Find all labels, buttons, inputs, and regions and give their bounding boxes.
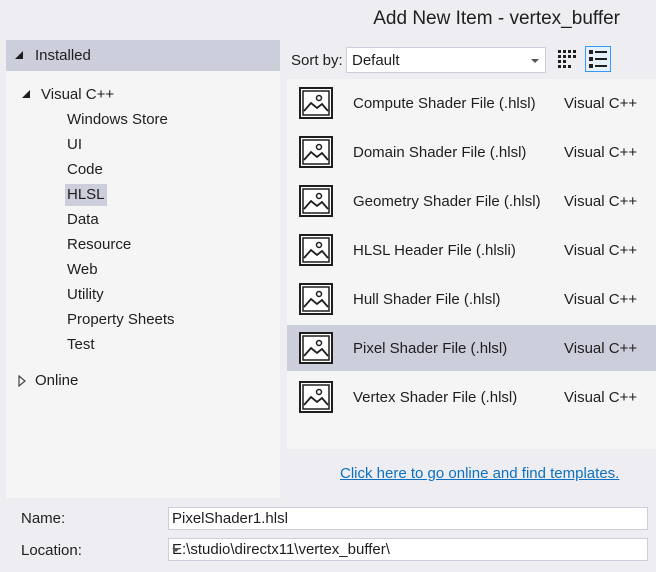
medium-icons-view-button[interactable] (554, 46, 580, 72)
name-field[interactable]: PixelShader1.hlsl (168, 507, 648, 530)
template-language: Visual C++ (564, 242, 638, 259)
tree-item-web[interactable]: Web (65, 259, 100, 281)
tree-item-test[interactable]: Test (65, 334, 97, 356)
template-item-pixel-shader-file-hlsl[interactable]: Pixel Shader File (.hlsl) Visual C++ (287, 325, 656, 371)
template-item-vertex-shader-file-hlsl[interactable]: Vertex Shader File (.hlsl) Visual C++ (287, 374, 656, 420)
tree-item-windows-store[interactable]: Windows Store (65, 109, 170, 131)
location-dropdown[interactable]: E:\studio\directx11\vertex_buffer\ (168, 538, 648, 561)
tree-item-hlsl[interactable]: HLSL (65, 184, 107, 206)
name-field-value: PixelShader1.hlsl (172, 510, 288, 527)
location-field-value: E:\studio\directx11\vertex_buffer\ (172, 541, 390, 558)
chevron-down-icon (531, 59, 539, 63)
collapsed-triangle-icon (18, 375, 26, 387)
template-name: Pixel Shader File (.hlsl) (353, 340, 508, 357)
sort-by-value: Default (352, 52, 400, 69)
template-language: Visual C++ (564, 340, 638, 357)
sort-by-dropdown[interactable]: Default (346, 47, 546, 73)
list-view-icon (589, 50, 607, 68)
name-label: Name: (21, 510, 66, 527)
expanded-triangle-icon (22, 90, 30, 98)
tree-node-visual-cpp[interactable]: Visual C++ (6, 84, 280, 106)
installed-label: Installed (35, 47, 91, 64)
tree-item-data[interactable]: Data (65, 209, 101, 231)
template-name: Geometry Shader File (.hlsl) (353, 193, 541, 210)
visual-cpp-label: Visual C++ (41, 86, 115, 103)
location-label: Location: (21, 542, 82, 559)
find-templates-online-link[interactable]: Click here to go online and find templat… (340, 465, 619, 482)
chevron-down-icon (172, 548, 180, 552)
template-language: Visual C++ (564, 291, 638, 308)
template-language: Visual C++ (564, 144, 638, 161)
tree-item-resource[interactable]: Resource (65, 234, 133, 256)
tree-item-code[interactable]: Code (65, 159, 105, 181)
tree-node-installed[interactable]: Installed (6, 40, 280, 71)
template-language: Visual C++ (564, 389, 638, 406)
image-file-icon (299, 381, 333, 413)
template-name: Domain Shader File (.hlsl) (353, 144, 527, 161)
image-file-icon (299, 234, 333, 266)
tree-node-online[interactable]: Online (6, 370, 280, 392)
template-list: Compute Shader File (.hlsl) Visual C++ Dom… (287, 79, 656, 449)
template-language: Visual C++ (564, 193, 638, 210)
template-item-hlsl-header-file-hlsli[interactable]: HLSL Header File (.hlsli) Visual C++ (287, 227, 656, 273)
expanded-triangle-icon (15, 51, 23, 59)
image-file-icon (299, 87, 333, 119)
template-item-hull-shader-file-hlsl[interactable]: Hull Shader File (.hlsl) Visual C++ (287, 276, 656, 322)
image-file-icon (299, 185, 333, 217)
bottom-fields: Name: PixelShader1.hlsl Location: E:\stu… (0, 498, 656, 572)
sort-by-label: Sort by: (291, 52, 343, 69)
category-tree-panel: Installed Visual C++ Windows Store UI Code… (6, 40, 280, 498)
template-item-compute-shader-file-hlsl[interactable]: Compute Shader File (.hlsl) Visual C++ (287, 80, 656, 126)
template-name: Vertex Shader File (.hlsl) (353, 389, 518, 406)
image-file-icon (299, 283, 333, 315)
image-file-icon (299, 136, 333, 168)
online-label: Online (35, 372, 79, 389)
template-item-domain-shader-file-hlsl[interactable]: Domain Shader File (.hlsl) Visual C++ (287, 129, 656, 175)
tree-item-ui[interactable]: UI (65, 134, 84, 156)
tree-item-utility[interactable]: Utility (65, 284, 106, 306)
title-bar: Add New Item - vertex_buffer (0, 0, 656, 40)
template-name: Compute Shader File (.hlsl) (353, 95, 536, 112)
template-item-geometry-shader-file-hlsl[interactable]: Geometry Shader File (.hlsl) Visual C++ (287, 178, 656, 224)
template-name: HLSL Header File (.hlsli) (353, 242, 516, 259)
grid-view-icon (558, 50, 576, 68)
small-icons-view-button[interactable] (585, 46, 611, 72)
dialog-title: Add New Item - vertex_buffer (373, 8, 620, 29)
template-name: Hull Shader File (.hlsl) (353, 291, 501, 308)
tree-item-property-sheets[interactable]: Property Sheets (65, 309, 177, 331)
image-file-icon (299, 332, 333, 364)
template-language: Visual C++ (564, 95, 638, 112)
